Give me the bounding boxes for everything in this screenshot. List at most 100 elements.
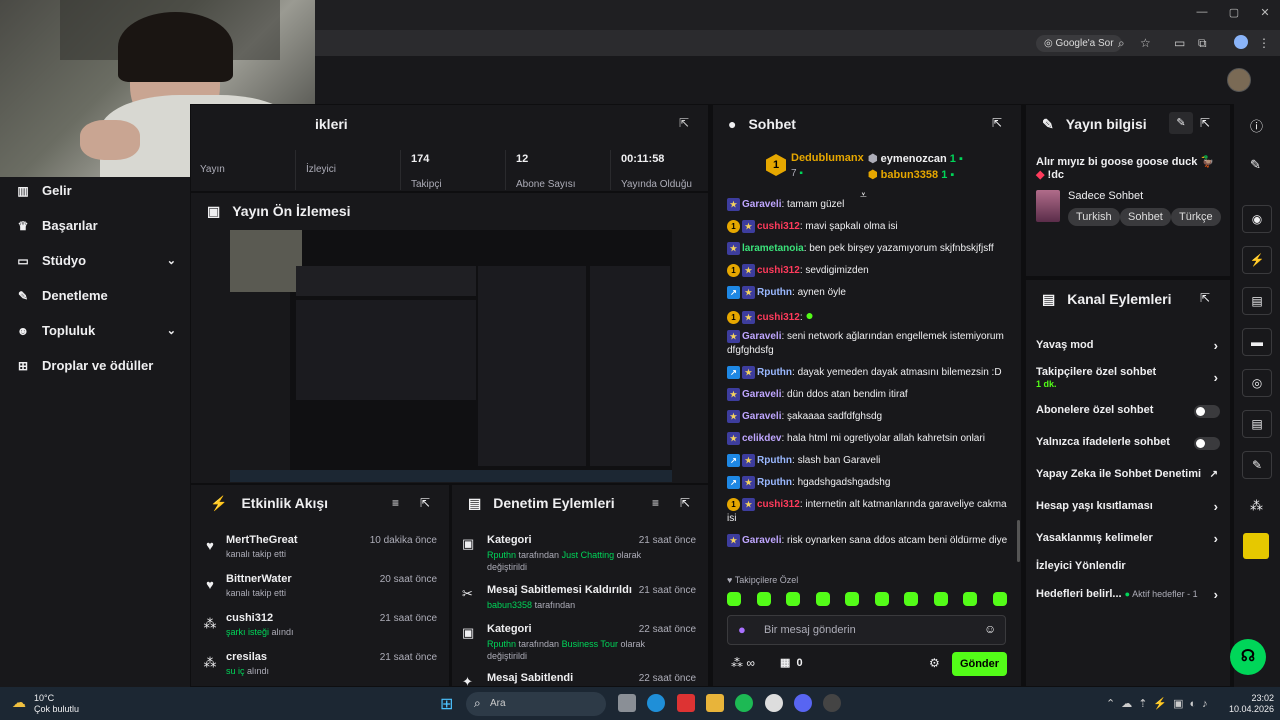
subscribers-only-toggle[interactable] — [1194, 405, 1220, 418]
microphone-icon[interactable]: ● — [738, 622, 746, 637]
chat-username[interactable]: cushi312 — [757, 265, 800, 276]
settings-gear-icon[interactable]: ⚙ — [929, 656, 940, 670]
filter-icon[interactable]: ≡ — [392, 496, 399, 510]
points-icon[interactable]: ⁂ — [1250, 498, 1263, 514]
emote-icon[interactable] — [845, 592, 860, 606]
emote-only-toggle[interactable] — [1194, 437, 1220, 450]
send-button[interactable]: Gönder — [952, 652, 1007, 676]
edge-icon[interactable] — [647, 694, 665, 712]
chat-username[interactable]: cushi312 — [757, 312, 800, 323]
emote-icon[interactable] — [904, 592, 919, 606]
category-name[interactable]: Sadece Sohbet — [1068, 190, 1143, 202]
raid-row[interactable]: İzleyici Yönlendir — [1036, 560, 1220, 576]
emote-icon[interactable] — [815, 592, 830, 606]
spotify-icon[interactable] — [735, 694, 753, 712]
profile-avatar[interactable] — [1234, 35, 1248, 49]
popout-icon[interactable]: ⇱ — [1200, 291, 1210, 305]
account-age-row[interactable]: Hesap yaşı kısıtlaması › — [1036, 499, 1220, 516]
chat-username[interactable]: Garaveli — [742, 389, 781, 400]
goals-row[interactable]: Hedefleri belirl... ● Aktif hedefler - 1… — [1036, 587, 1220, 604]
broadcast-icon[interactable]: ◎ — [1242, 369, 1272, 397]
file-explorer-icon[interactable] — [706, 694, 724, 712]
chat-username[interactable]: Garaveli — [742, 535, 781, 546]
extensions-icon[interactable]: ⧉ — [1198, 36, 1207, 51]
discord-icon[interactable] — [794, 694, 812, 712]
cast-icon[interactable]: ▭ — [1174, 36, 1185, 50]
weather-widget[interactable]: 10°C Çok bulutlu — [34, 693, 79, 715]
revenue-icon: ▥ — [17, 183, 29, 198]
camera-icon[interactable]: ◉ — [1242, 205, 1272, 233]
chat-username[interactable]: Rputhn — [757, 287, 792, 298]
slow-mode-row[interactable]: Yavaş mod › — [1036, 338, 1220, 355]
bookmark-star-icon[interactable]: ☆ — [1140, 36, 1151, 50]
sidebar-item-achievements[interactable]: ♛ Başarılar — [16, 218, 176, 233]
sidebar-item-community[interactable]: ☻ Topluluk ⌄ — [16, 323, 176, 338]
sticker-icon[interactable] — [1243, 533, 1269, 559]
popout-icon[interactable]: ⇱ — [992, 116, 1002, 130]
channel-actions-icon[interactable]: ▤ — [1242, 410, 1272, 438]
emote-icon[interactable] — [874, 592, 889, 606]
emote-icon[interactable] — [727, 592, 741, 606]
chat-username[interactable]: Garaveli — [742, 331, 781, 342]
popout-icon[interactable]: ⇱ — [1200, 116, 1210, 130]
chat-text: sevdigimizden — [805, 265, 869, 277]
edit-icon[interactable]: ✎ — [1250, 157, 1261, 173]
chat-username[interactable]: cushi312 — [757, 499, 800, 510]
sidebar-item-moderation[interactable]: ✎ Denetleme — [16, 288, 176, 303]
points-icon[interactable]: ⁂ ∞ — [731, 656, 755, 670]
minimize-icon[interactable]: — — [1192, 6, 1212, 18]
filter-icon[interactable]: ≡ — [652, 496, 659, 510]
close-icon[interactable]: ✕ — [1255, 6, 1275, 19]
windows-start-icon[interactable]: ⊞ — [440, 694, 453, 714]
edit-icon[interactable]: ✎ — [1169, 112, 1193, 134]
chat-input-box[interactable]: ● Bir mesaj gönderin ☺ — [727, 615, 1006, 645]
chat-username[interactable]: Rputhn — [757, 477, 792, 488]
chrome-icon[interactable] — [765, 694, 783, 712]
emote-icon[interactable] — [992, 592, 1007, 606]
zoom-icon[interactable]: ⌕ — [1118, 36, 1125, 51]
chat-username[interactable]: cushi312 — [757, 221, 800, 232]
chat-bubble-icon[interactable]: ▬ — [1242, 328, 1272, 356]
lightning-icon[interactable]: ⚡ — [1242, 246, 1272, 274]
app-icon[interactable] — [823, 694, 841, 712]
maximize-icon[interactable]: ▢ — [1224, 6, 1244, 19]
chat-username[interactable]: Rputhn — [757, 455, 792, 466]
popout-icon[interactable]: ⇱ — [680, 496, 690, 510]
sidebar-item-revenue[interactable]: ▥ Gelir — [16, 183, 176, 198]
channel-points[interactable]: ▦ 0 — [780, 656, 803, 669]
emote-icon[interactable] — [756, 592, 771, 606]
taskbar-search[interactable]: ⌕ Ara — [466, 692, 606, 716]
google-lens-button[interactable]: ◎ Google'a Sor — [1036, 35, 1122, 52]
emote-icon[interactable] — [963, 592, 978, 606]
emote-icon[interactable] — [786, 592, 801, 606]
followers-only-row[interactable]: Takipçilere özel sohbet 1 dk. › — [1036, 366, 1220, 394]
chat-username[interactable]: larametanoia — [742, 243, 804, 254]
tag-chip[interactable]: Sohbet — [1120, 208, 1171, 226]
tag-chip[interactable]: Türkçe — [1171, 208, 1221, 226]
chat-scrollbar[interactable] — [1017, 520, 1020, 562]
sidebar-item-drops[interactable]: ⊞ Droplar ve ödüller — [16, 358, 176, 373]
user-avatar[interactable] — [1227, 68, 1251, 92]
document-icon[interactable]: ▤ — [1242, 287, 1272, 315]
ai-moderation-row[interactable]: Yapay Zeka ile Sohbet Denetimi ↗ — [1036, 468, 1220, 484]
popout-icon[interactable]: ⇱ — [679, 116, 689, 130]
chat-username[interactable]: Rputhn — [757, 367, 792, 378]
chat-username[interactable]: Garaveli — [742, 411, 781, 422]
tag-chip[interactable]: Turkish — [1068, 208, 1120, 226]
stream-preview-image[interactable] — [230, 230, 672, 482]
emoji-icon[interactable]: ☺ — [984, 622, 996, 636]
taskbar-clock[interactable]: 23:02 10.04.2026 — [1229, 693, 1274, 715]
emote-icon[interactable] — [933, 592, 948, 606]
chat-username[interactable]: Garaveli — [742, 199, 781, 210]
sidebar-item-studio[interactable]: ▭ Stüdyo ⌄ — [16, 253, 176, 268]
task-view-icon[interactable] — [618, 694, 636, 712]
system-tray-icons[interactable]: ⌃☁⇡⚡▣◐♪ — [1106, 697, 1214, 710]
chat-username[interactable]: celikdev — [742, 433, 781, 444]
banned-words-row[interactable]: Yasaklanmış kelimeler › — [1036, 531, 1220, 548]
wrench-icon[interactable]: ✎ — [1242, 451, 1272, 479]
app-icon[interactable] — [677, 694, 695, 712]
info-icon[interactable]: ⓘ — [1250, 116, 1263, 135]
popout-icon[interactable]: ⇱ — [420, 496, 430, 510]
support-headset-icon[interactable]: ☊ — [1230, 639, 1266, 675]
menu-icon[interactable]: ⋮ — [1258, 36, 1270, 50]
